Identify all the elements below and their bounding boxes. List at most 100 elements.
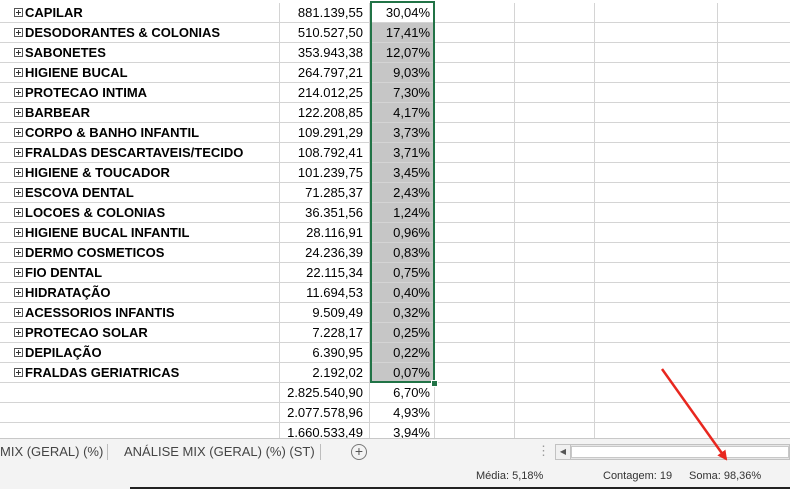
cell[interactable] (718, 383, 790, 403)
cell[interactable] (595, 183, 718, 203)
cell[interactable]: 2.077.578,96 (280, 403, 370, 423)
cell[interactable] (515, 203, 595, 223)
cell[interactable]: 71.285,37 (280, 183, 370, 203)
spreadsheet-grid[interactable]: CAPILAR 881.139,55 30,04% DESODORANTES & CO… (0, 0, 790, 438)
expand-icon[interactable] (14, 128, 23, 137)
cell[interactable] (595, 23, 718, 43)
cell[interactable] (718, 143, 790, 163)
cell[interactable] (435, 383, 515, 403)
cell[interactable] (718, 123, 790, 143)
cell[interactable]: SABONETES (0, 43, 280, 63)
cell[interactable] (718, 3, 790, 23)
expand-icon[interactable] (14, 168, 23, 177)
cell[interactable]: 7,30% (370, 83, 435, 103)
cell[interactable]: 6,70% (370, 383, 435, 403)
cell[interactable]: DERMO COSMETICOS (0, 243, 280, 263)
cell[interactable] (595, 103, 718, 123)
cell[interactable] (595, 43, 718, 63)
expand-icon[interactable] (14, 288, 23, 297)
expand-icon[interactable] (14, 328, 23, 337)
cell[interactable] (595, 203, 718, 223)
expand-icon[interactable] (14, 108, 23, 117)
cell[interactable] (435, 3, 515, 23)
cell[interactable] (718, 403, 790, 423)
cell[interactable] (718, 423, 790, 438)
cell[interactable] (718, 203, 790, 223)
cell[interactable] (515, 183, 595, 203)
expand-icon[interactable] (14, 48, 23, 57)
cell[interactable]: 30,04% (370, 3, 435, 23)
cell[interactable] (595, 323, 718, 343)
cell[interactable]: HIGIENE & TOUCADOR (0, 163, 280, 183)
cell[interactable] (435, 203, 515, 223)
cell[interactable] (718, 163, 790, 183)
status-average[interactable]: Média: 5,18% (476, 470, 543, 482)
cell[interactable]: 0,96% (370, 223, 435, 243)
add-sheet-icon[interactable]: + (351, 444, 367, 460)
cell[interactable] (435, 103, 515, 123)
cell[interactable]: 0,07% (370, 363, 435, 383)
cell[interactable] (595, 123, 718, 143)
cell[interactable]: 0,83% (370, 243, 435, 263)
cell[interactable] (515, 143, 595, 163)
expand-icon[interactable] (14, 228, 23, 237)
cell[interactable] (515, 383, 595, 403)
cell[interactable] (595, 263, 718, 283)
cell[interactable] (595, 363, 718, 383)
cell[interactable]: 22.115,34 (280, 263, 370, 283)
cell[interactable] (0, 423, 280, 438)
cell[interactable] (515, 3, 595, 23)
cell[interactable]: 4,17% (370, 103, 435, 123)
cell[interactable] (718, 363, 790, 383)
cell[interactable]: 0,40% (370, 283, 435, 303)
cell[interactable] (718, 303, 790, 323)
cell[interactable] (435, 63, 515, 83)
cell[interactable] (435, 123, 515, 143)
cell[interactable]: FRALDAS DESCARTAVEIS/TECIDO (0, 143, 280, 163)
cell[interactable]: 11.694,53 (280, 283, 370, 303)
cell[interactable]: 36.351,56 (280, 203, 370, 223)
cell[interactable] (435, 263, 515, 283)
status-count[interactable]: Contagem: 19 (603, 470, 672, 482)
cell[interactable] (435, 363, 515, 383)
horizontal-scrollbar[interactable]: ◀ (555, 444, 790, 460)
cell[interactable]: 353.943,38 (280, 43, 370, 63)
cell[interactable] (435, 323, 515, 343)
cell[interactable] (0, 403, 280, 423)
cell[interactable] (718, 43, 790, 63)
cell[interactable] (515, 83, 595, 103)
cell[interactable]: DESODORANTES & COLONIAS (0, 23, 280, 43)
cell[interactable] (515, 283, 595, 303)
cell[interactable]: 510.527,50 (280, 23, 370, 43)
cell[interactable] (718, 23, 790, 43)
cell[interactable]: 3,45% (370, 163, 435, 183)
cell[interactable] (595, 423, 718, 438)
cell[interactable] (595, 83, 718, 103)
cell[interactable] (595, 223, 718, 243)
cell[interactable]: 101.239,75 (280, 163, 370, 183)
cell[interactable]: BARBEAR (0, 103, 280, 123)
cell[interactable]: PROTECAO SOLAR (0, 323, 280, 343)
cell[interactable] (435, 43, 515, 63)
cell[interactable] (595, 283, 718, 303)
cell[interactable]: FIO DENTAL (0, 263, 280, 283)
cell[interactable]: 17,41% (370, 23, 435, 43)
cell[interactable] (718, 63, 790, 83)
cell[interactable]: HIGIENE BUCAL INFANTIL (0, 223, 280, 243)
cell[interactable] (515, 423, 595, 438)
cell[interactable]: 881.139,55 (280, 3, 370, 23)
cell[interactable]: 3,73% (370, 123, 435, 143)
cell[interactable] (595, 383, 718, 403)
cell[interactable] (595, 63, 718, 83)
cell[interactable]: FRALDAS GERIATRICAS (0, 363, 280, 383)
sheet-tab-mix-geral[interactable]: MIX (GERAL) (%) (0, 439, 103, 465)
cell[interactable]: 2.192,02 (280, 363, 370, 383)
expand-icon[interactable] (14, 368, 23, 377)
cell[interactable]: 214.012,25 (280, 83, 370, 103)
cell[interactable]: PROTECAO INTIMA (0, 83, 280, 103)
cell[interactable]: 264.797,21 (280, 63, 370, 83)
expand-icon[interactable] (14, 88, 23, 97)
expand-icon[interactable] (14, 188, 23, 197)
expand-icon[interactable] (14, 248, 23, 257)
cell[interactable]: 12,07% (370, 43, 435, 63)
